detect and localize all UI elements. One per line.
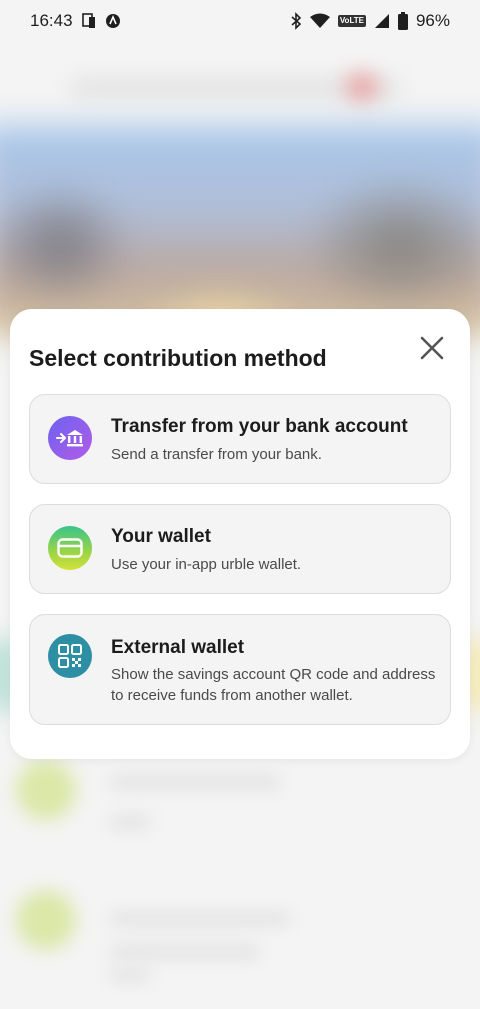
option-description: Use your in-app urble wallet. <box>111 556 302 573</box>
dialog-title: Select contribution method <box>29 345 327 371</box>
close-button[interactable] <box>415 333 449 367</box>
close-icon <box>420 336 444 365</box>
option-bank-transfer[interactable]: Transfer from your bank account Send a t… <box>29 394 451 484</box>
bank-transfer-icon <box>48 416 92 460</box>
bluetooth-icon <box>290 12 302 30</box>
option-title: External wallet <box>111 637 245 658</box>
contribution-method-dialog: Select contribution method Transfer from… <box>10 309 470 759</box>
qr-code-icon <box>48 634 92 678</box>
option-external-wallet[interactable]: External wallet Show the savings account… <box>29 614 451 725</box>
signal-icon <box>374 13 390 29</box>
option-title: Your wallet <box>111 526 211 547</box>
option-your-wallet[interactable]: Your wallet Use your in-app urble wallet… <box>29 504 451 594</box>
wifi-icon <box>309 13 330 29</box>
screen-cast-icon <box>81 13 97 29</box>
vpn-icon <box>105 13 121 29</box>
battery-percent: 96% <box>415 11 450 30</box>
status-time: 16:43 <box>30 11 73 30</box>
option-title: Transfer from your bank account <box>111 416 408 437</box>
battery-icon <box>397 12 408 30</box>
volte-icon: VoLTE <box>337 15 366 27</box>
option-description: Show the savings account QR code and add… <box>111 666 436 704</box>
wallet-icon <box>48 526 92 570</box>
status-bar: 16:43 VoLTE 96% <box>0 0 480 42</box>
option-description: Send a transfer from your bank. <box>111 446 322 463</box>
